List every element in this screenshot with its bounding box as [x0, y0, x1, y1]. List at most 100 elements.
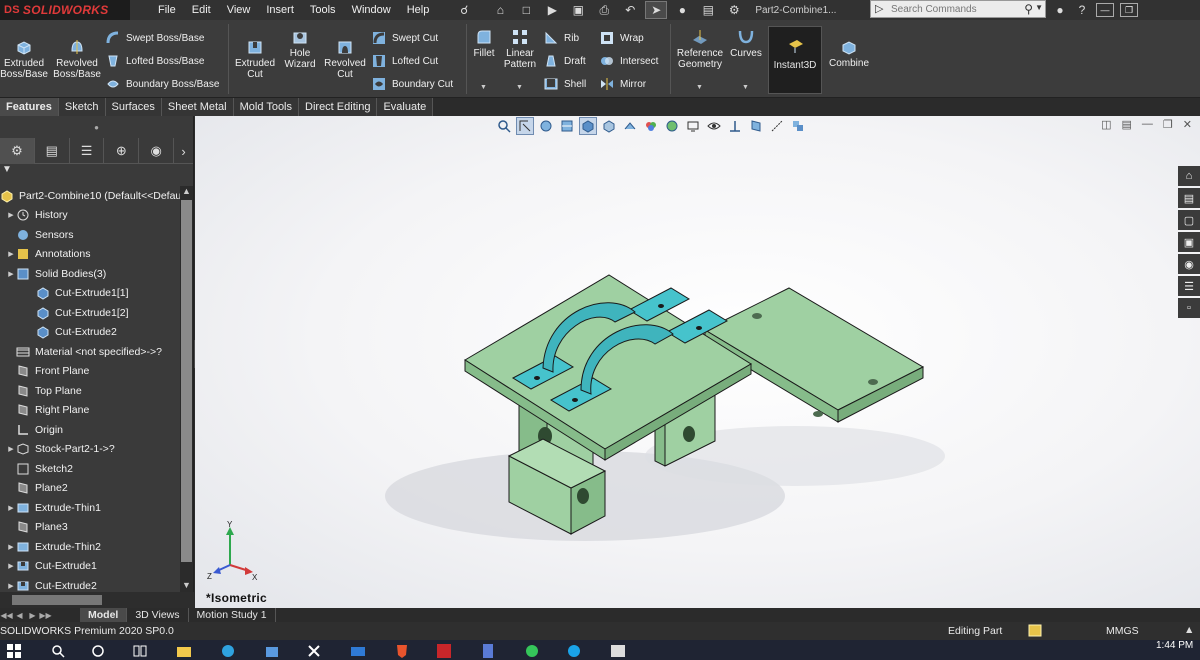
- file-explorer-icon[interactable]: [176, 643, 192, 659]
- tree-item[interactable]: Plane3: [0, 518, 180, 538]
- intersect-button[interactable]: Intersect: [600, 52, 658, 70]
- scrollbar-thumb[interactable]: [12, 595, 102, 605]
- file-explorer-icon[interactable]: ▢: [1178, 210, 1200, 230]
- tree-item[interactable]: ▶ Extrude-Thin1: [0, 498, 180, 518]
- property-manager-tab-icon[interactable]: ▤: [35, 138, 70, 164]
- tree-item[interactable]: Sketch2: [0, 459, 180, 479]
- chevron-down-icon[interactable]: ▼: [480, 84, 487, 91]
- expand-arrow-icon[interactable]: ▶: [6, 250, 16, 258]
- draft-button[interactable]: Draft: [544, 52, 586, 70]
- measure-icon[interactable]: [768, 117, 786, 135]
- last-tab-icon[interactable]: ▶▶: [39, 611, 52, 620]
- hole-wizard-button[interactable]: Hole Wizard: [280, 28, 320, 70]
- revolved-boss-button[interactable]: Revolved Boss/Base: [50, 38, 104, 80]
- custom-properties-icon[interactable]: ☰: [1178, 276, 1200, 296]
- restore-button[interactable]: ❐: [1120, 3, 1138, 17]
- solidworks-resources-icon[interactable]: ⌂: [1178, 166, 1200, 186]
- menu-view[interactable]: View: [219, 0, 259, 20]
- calculator-icon[interactable]: [480, 643, 496, 659]
- pin-icon[interactable]: ☌: [453, 1, 475, 19]
- tab-features[interactable]: Features: [0, 98, 59, 116]
- tree-vertical-scrollbar[interactable]: ▲ ▼: [180, 186, 193, 592]
- tree-item[interactable]: ▶ Cut-Extrude2: [0, 576, 180, 592]
- task-view-icon[interactable]: [132, 643, 148, 659]
- search-icon[interactable]: ⚲: [1024, 2, 1033, 16]
- expand-arrow-icon[interactable]: ▶: [6, 543, 16, 551]
- xbox-icon[interactable]: [306, 643, 322, 659]
- print-icon[interactable]: ⎙: [593, 1, 615, 19]
- previous-view-icon[interactable]: [537, 117, 555, 135]
- mirror-button[interactable]: Mirror: [600, 75, 646, 93]
- tree-item[interactable]: ▶ Cut-Extrude1: [0, 557, 180, 577]
- edit-appearance-icon[interactable]: [642, 117, 660, 135]
- configuration-manager-tab-icon[interactable]: ☰: [70, 138, 105, 164]
- first-tab-icon[interactable]: ◀◀: [0, 611, 13, 620]
- view-orientation-icon[interactable]: [579, 117, 597, 135]
- tree-item[interactable]: Right Plane: [0, 401, 180, 421]
- boundary-cut-button[interactable]: Boundary Cut: [372, 75, 453, 93]
- section-view-icon[interactable]: [558, 117, 576, 135]
- tree-item[interactable]: ▶ History: [0, 206, 180, 226]
- view-settings-icon[interactable]: [684, 117, 702, 135]
- feature-manager-tab-icon[interactable]: ⚙: [0, 138, 35, 164]
- tree-item[interactable]: Front Plane: [0, 362, 180, 382]
- combine-button[interactable]: Combine: [826, 38, 872, 69]
- reference-geometry-button[interactable]: Reference Geometry: [674, 28, 726, 70]
- shell-button[interactable]: Shell: [544, 75, 586, 93]
- tab-sheet-metal[interactable]: Sheet Metal: [161, 98, 234, 116]
- tree-item[interactable]: Top Plane: [0, 381, 180, 401]
- view-palette-icon[interactable]: ▣: [1178, 232, 1200, 252]
- scrollbar-thumb[interactable]: [181, 200, 192, 562]
- edge-browser-icon[interactable]: [220, 643, 236, 659]
- app-gc-icon[interactable]: [610, 643, 626, 659]
- extruded-cut-button[interactable]: Extruded Cut: [232, 38, 278, 80]
- chevron-down-icon[interactable]: ▼: [516, 84, 523, 91]
- zoom-to-fit-icon[interactable]: [495, 117, 513, 135]
- help-icon[interactable]: ?: [1074, 3, 1090, 17]
- save-icon[interactable]: ▣: [567, 1, 589, 19]
- split-view-icon[interactable]: ◫: [1101, 118, 1111, 131]
- menu-file[interactable]: File: [150, 0, 184, 20]
- tree-item[interactable]: Cut-Extrude1[2]: [0, 303, 180, 323]
- design-library-icon[interactable]: ▤: [1178, 188, 1200, 208]
- search-commands-input[interactable]: ▷ Search Commands ⚲ ▼: [870, 0, 1046, 18]
- lofted-cut-button[interactable]: Lofted Cut: [372, 52, 438, 70]
- swept-cut-button[interactable]: Swept Cut: [372, 29, 438, 47]
- tab-evaluate[interactable]: Evaluate: [377, 98, 434, 116]
- menu-insert[interactable]: Insert: [258, 0, 302, 20]
- tree-item[interactable]: ▶ Stock-Part2-1->?: [0, 440, 180, 460]
- dimxpert-tab-icon[interactable]: ⊕: [104, 138, 140, 164]
- curves-button[interactable]: Curves: [728, 28, 764, 59]
- solidworks-taskbar-icon[interactable]: [436, 643, 452, 659]
- rebuild-status-icon[interactable]: [1028, 624, 1042, 637]
- tree-horizontal-scrollbar[interactable]: [0, 592, 194, 608]
- file-properties-icon[interactable]: ▤: [697, 1, 719, 19]
- tree-item[interactable]: ▶ Solid Bodies(3): [0, 264, 180, 284]
- search-icon[interactable]: [50, 643, 66, 659]
- home-icon[interactable]: ⌂: [489, 1, 511, 19]
- select-cursor-icon[interactable]: ➤: [645, 1, 668, 19]
- expand-arrow-icon[interactable]: ▶: [6, 270, 16, 278]
- tab-mold-tools[interactable]: Mold Tools: [233, 98, 300, 116]
- store-icon[interactable]: [264, 643, 280, 659]
- restore-view-icon[interactable]: ❐: [1163, 118, 1173, 131]
- triad-icon[interactable]: [726, 117, 744, 135]
- expand-arrow-icon[interactable]: ▶: [6, 445, 16, 453]
- expand-arrow-icon[interactable]: ▶: [6, 504, 16, 512]
- menu-help[interactable]: Help: [399, 0, 438, 20]
- scroll-up-icon[interactable]: ▲: [180, 186, 193, 198]
- tree-item[interactable]: ▶ Annotations: [0, 245, 180, 265]
- chevron-down-icon[interactable]: ▼: [742, 84, 749, 91]
- expand-arrow-icon[interactable]: ▶: [6, 562, 16, 570]
- undo-icon[interactable]: ↶: [619, 1, 641, 19]
- gear-icon[interactable]: ⚙: [723, 1, 745, 19]
- zoom-to-area-icon[interactable]: [516, 117, 534, 135]
- plane-view-icon[interactable]: [747, 117, 765, 135]
- tree-item[interactable]: Cut-Extrude1[1]: [0, 284, 180, 304]
- open-document-icon[interactable]: ▶: [541, 1, 563, 19]
- tab-sketch[interactable]: Sketch: [58, 98, 106, 116]
- linear-pattern-button[interactable]: Linear Pattern: [500, 28, 540, 70]
- tile-view-icon[interactable]: ▤: [1122, 118, 1132, 131]
- solidworks-logo[interactable]: DS SOLIDWORKS: [0, 0, 130, 20]
- minimize-button[interactable]: —: [1096, 3, 1114, 17]
